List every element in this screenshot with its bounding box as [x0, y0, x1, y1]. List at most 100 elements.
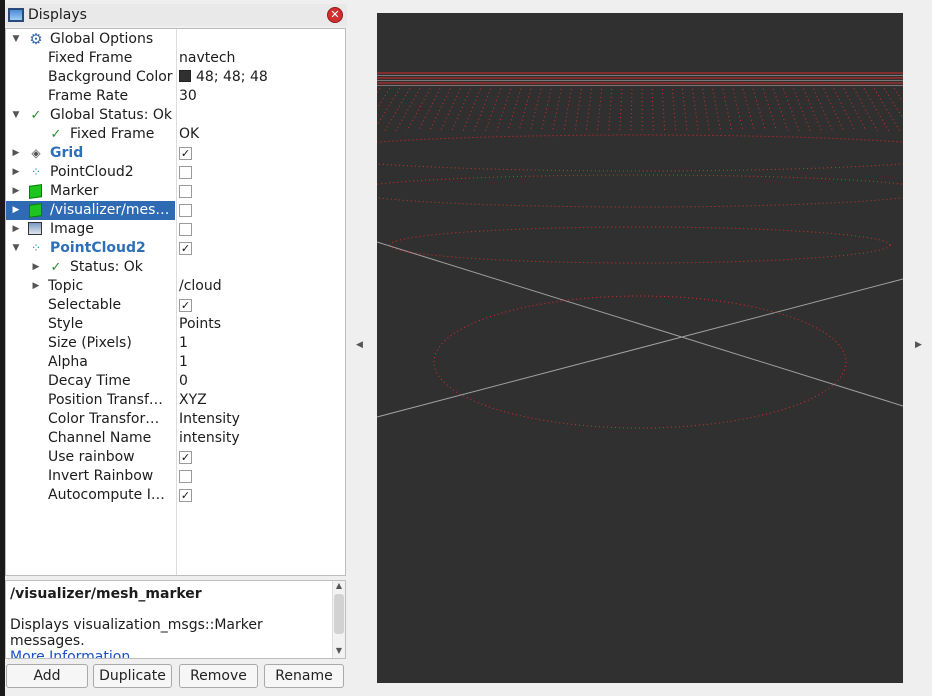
tree-row-fixed-frame[interactable]: Fixed Frame navtech — [6, 49, 345, 68]
chevron-right-icon[interactable]: ▶ — [30, 277, 42, 296]
tree-label: Status: Ok — [70, 259, 143, 275]
point-ray — [901, 84, 932, 130]
tree-row-invert-rainbow[interactable]: Invert Rainbow — [6, 467, 345, 486]
tree-label: Alpha — [48, 354, 88, 370]
color-transformer-value[interactable]: Intensity — [179, 410, 240, 429]
tree-row-pointcloud2[interactable]: ▶ ⁘ PointCloud2 — [6, 163, 345, 182]
frame-rate-value[interactable]: 30 — [179, 87, 197, 106]
point-ray — [741, 84, 755, 132]
tree-row-status-ok[interactable]: ▶ ✓ Status: Ok — [6, 258, 345, 277]
tree-row-status-fixed-frame[interactable]: ✓ Fixed Frame OK — [6, 125, 345, 144]
tree-row-pointcloud2-active[interactable]: ▼ ⁘ PointCloud2 ✓ — [6, 239, 345, 258]
point-ray — [671, 84, 677, 132]
chevron-down-icon[interactable]: ▼ — [10, 30, 22, 49]
render-viewport[interactable] — [309, 13, 932, 683]
tree-label: Grid — [50, 145, 84, 161]
mesh-marker-enable-checkbox[interactable] — [179, 204, 192, 217]
chevron-down-icon[interactable]: ▼ — [10, 106, 22, 125]
description-period: . — [130, 649, 135, 659]
background-color-value[interactable]: 48; 48; 48 — [179, 68, 268, 87]
tree-row-decay-time[interactable]: Decay Time 0 — [6, 372, 345, 391]
topic-value[interactable]: /cloud — [179, 277, 222, 296]
tree-label: Selectable — [48, 297, 122, 313]
chevron-right-icon[interactable]: ▶ — [10, 182, 22, 201]
point-ray — [585, 84, 593, 132]
tree-row-color-transformer[interactable]: Color Transfor… Intensity — [6, 410, 345, 429]
check-icon: ✓ — [50, 127, 62, 142]
point-ring — [433, 295, 847, 429]
chevron-down-icon[interactable]: ▼ — [10, 239, 22, 258]
remove-button[interactable]: Remove — [179, 664, 258, 688]
decay-time-value[interactable]: 0 — [179, 372, 188, 391]
rename-button[interactable]: Rename — [264, 664, 344, 688]
channel-name-value[interactable]: intensity — [179, 429, 240, 448]
chevron-right-icon[interactable]: ▶ — [10, 144, 22, 163]
point-ray — [373, 84, 403, 132]
tree-row-marker[interactable]: ▶ Marker — [6, 182, 345, 201]
autocompute-checkbox[interactable]: ✓ — [179, 489, 192, 502]
pointcloud2-enable-checkbox[interactable] — [179, 166, 192, 179]
tree-row-size-pixels[interactable]: Size (Pixels) 1 — [6, 334, 345, 353]
description-scrollbar[interactable]: ▲ ▼ — [332, 581, 345, 658]
tree-row-use-rainbow[interactable]: Use rainbow ✓ — [6, 448, 345, 467]
invert-rainbow-checkbox[interactable] — [179, 470, 192, 483]
tree-row-image[interactable]: ▶ Image — [6, 220, 345, 239]
check-icon: ✓ — [50, 260, 62, 275]
tree-row-topic[interactable]: ▶ Topic /cloud — [6, 277, 345, 296]
point-ray — [596, 84, 603, 132]
scroll-up-icon[interactable]: ▲ — [333, 581, 345, 593]
tree-row-autocompute[interactable]: Autocompute I… ✓ — [6, 486, 345, 505]
chevron-right-icon[interactable]: ▶ — [10, 201, 22, 220]
fixed-frame-value[interactable]: navtech — [179, 49, 235, 68]
tree-row-style[interactable]: Style Points — [6, 315, 345, 334]
point-ray — [395, 84, 423, 132]
tree-label: Image — [50, 221, 94, 237]
marker-enable-checkbox[interactable] — [179, 185, 192, 198]
point-ray — [462, 84, 483, 132]
point-ray — [552, 84, 563, 132]
tree-row-mesh-marker[interactable]: ▶ /visualizer/mes… — [6, 201, 345, 220]
grid-line — [376, 241, 904, 407]
description-text: Displays visualization_msgs::Marker mess… — [10, 617, 341, 659]
point-ray — [781, 84, 800, 132]
collapse-left-icon[interactable]: ◀ — [356, 340, 363, 350]
tree-row-grid[interactable]: ▶ ◈ Grid ✓ — [6, 144, 345, 163]
alpha-value[interactable]: 1 — [179, 353, 188, 372]
close-icon[interactable]: ✕ — [327, 7, 343, 23]
size-pixels-value[interactable]: 1 — [179, 334, 188, 353]
tree-label: Invert Rainbow — [48, 468, 154, 484]
tree-label: Frame Rate — [48, 88, 129, 104]
point-ray — [811, 84, 834, 132]
point-ray — [841, 84, 867, 132]
tree-row-global-options[interactable]: ▼ ⚙ Global Options — [6, 30, 345, 49]
scroll-thumb[interactable] — [334, 594, 344, 634]
tree-row-background-color[interactable]: Background Color 48; 48; 48 — [6, 68, 345, 87]
use-rainbow-checkbox[interactable]: ✓ — [179, 451, 192, 464]
point-ray — [651, 84, 654, 132]
image-enable-checkbox[interactable] — [179, 223, 192, 236]
scroll-down-icon[interactable]: ▼ — [333, 646, 345, 658]
chevron-right-icon[interactable]: ▶ — [10, 220, 22, 239]
grid-enable-checkbox[interactable]: ✓ — [179, 147, 192, 160]
point-ring — [389, 226, 891, 264]
pointcloud2-active-enable-checkbox[interactable]: ✓ — [179, 242, 192, 255]
selectable-checkbox[interactable]: ✓ — [179, 299, 192, 312]
position-transformer-value[interactable]: XYZ — [179, 391, 207, 410]
display-tree[interactable]: ▼ ⚙ Global Options Fixed Frame navtech B… — [5, 28, 346, 576]
style-value[interactable]: Points — [179, 315, 221, 334]
tree-row-channel-name[interactable]: Channel Name intensity — [6, 429, 345, 448]
tree-row-global-status[interactable]: ▼ ✓ Global Status: Ok — [6, 106, 345, 125]
tree-label: Use rainbow — [48, 449, 135, 465]
tree-row-position-transformer[interactable]: Position Transf… XYZ — [6, 391, 345, 410]
chevron-right-icon[interactable]: ▶ — [30, 258, 42, 277]
collapse-right-icon[interactable]: ▶ — [915, 340, 922, 350]
tree-row-frame-rate[interactable]: Frame Rate 30 — [6, 87, 345, 106]
duplicate-button[interactable]: Duplicate — [93, 664, 172, 688]
more-information-link[interactable]: More Information — [10, 649, 130, 658]
point-ray — [384, 84, 413, 132]
tree-row-alpha[interactable]: Alpha 1 — [6, 353, 345, 372]
chevron-right-icon[interactable]: ▶ — [10, 163, 22, 182]
tree-row-selectable[interactable]: Selectable ✓ — [6, 296, 345, 315]
point-ray — [630, 84, 633, 132]
add-button[interactable]: Add — [6, 664, 88, 688]
